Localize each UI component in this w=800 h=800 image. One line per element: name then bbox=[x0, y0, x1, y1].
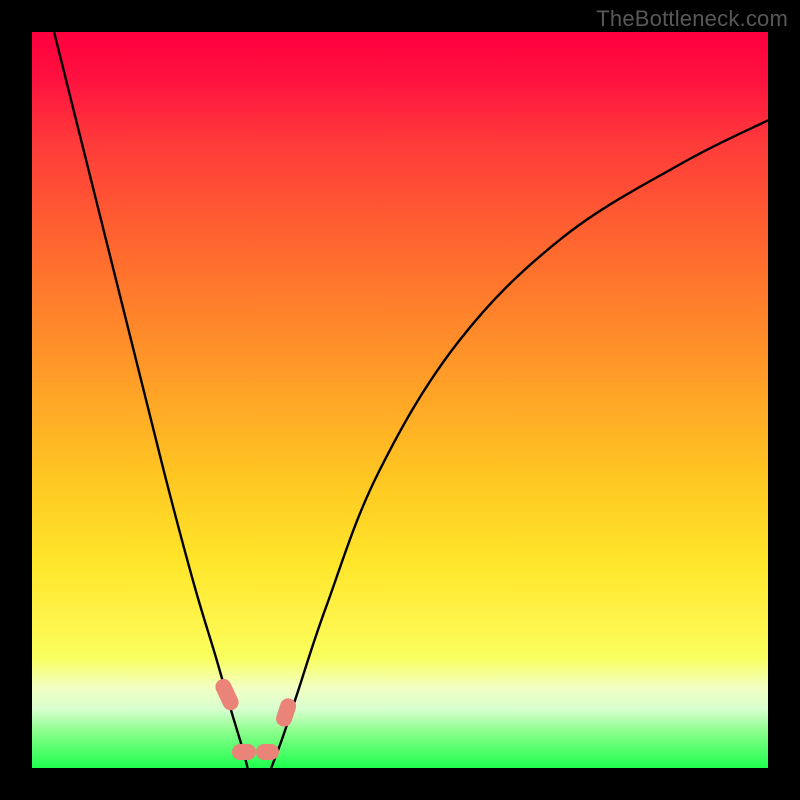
ideal-marker-2 bbox=[256, 744, 280, 760]
curve-left bbox=[54, 32, 248, 768]
ideal-marker-1 bbox=[232, 744, 256, 760]
curve-svg bbox=[32, 32, 768, 768]
plot-area bbox=[32, 32, 768, 768]
curve-right bbox=[271, 120, 768, 768]
watermark-text: TheBottleneck.com bbox=[596, 6, 788, 32]
chart-container: TheBottleneck.com bbox=[0, 0, 800, 800]
